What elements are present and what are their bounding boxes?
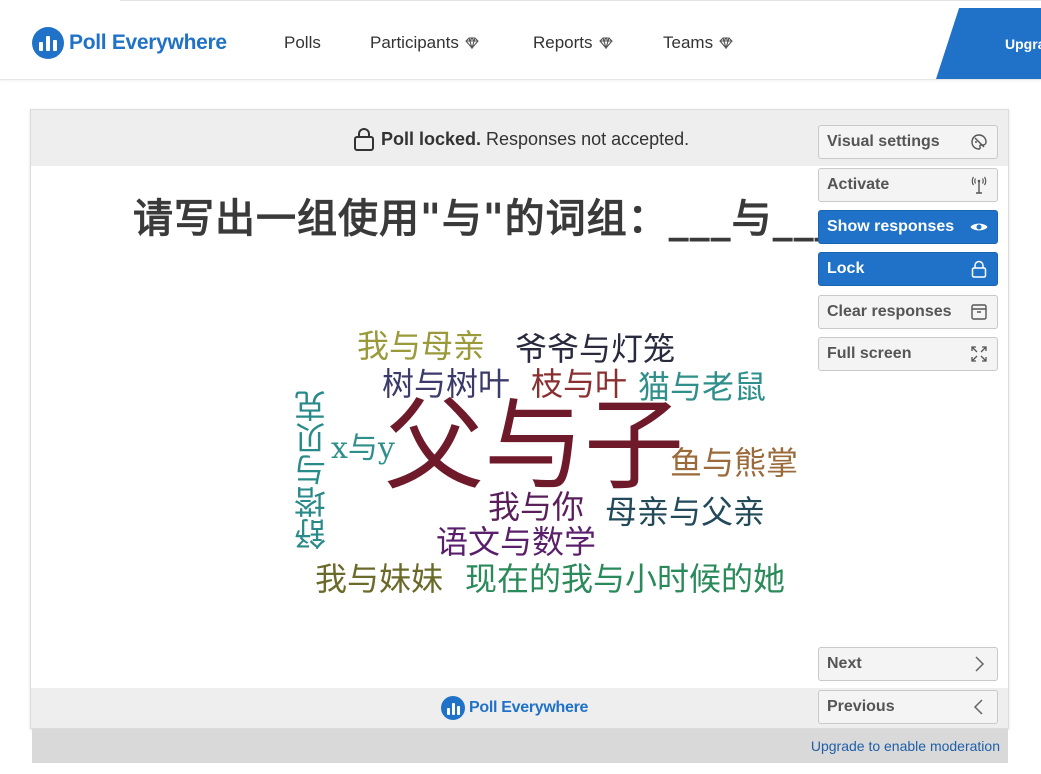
upgrade-moderation-link[interactable]: Upgrade to enable moderation (811, 738, 1000, 754)
word-cloud-word: 现在的我与小时候的她 (465, 560, 786, 598)
word-cloud-word: 我与你 (488, 488, 585, 526)
lock-button[interactable]: Lock (818, 252, 998, 286)
logo-icon (32, 27, 64, 59)
word-cloud-word: 母亲与父亲 (605, 493, 766, 531)
archive-box-icon (971, 304, 987, 320)
logo-icon (441, 696, 465, 720)
palette-icon (971, 134, 987, 150)
nav-item-label: Polls (284, 33, 321, 52)
word-cloud-word: 父与子 (384, 387, 684, 504)
word-cloud-word: 我与母亲 (357, 327, 486, 365)
button-label: Next (827, 655, 862, 672)
word-cloud-word-vertical: 舒塔与贝克 (293, 390, 331, 550)
show-responses-button[interactable]: Show responses (818, 210, 998, 244)
previous-button[interactable]: Previous (818, 690, 998, 724)
nav-item-reports[interactable]: Reports (533, 33, 613, 53)
footer-logo: Poll Everywhere (441, 696, 588, 720)
nav-item-label: Participants (370, 33, 459, 52)
eye-icon (970, 223, 988, 231)
word-cloud-word: 猫与老鼠 (638, 368, 767, 406)
word-cloud-word: 我与妹妹 (315, 560, 444, 598)
next-button[interactable]: Next (818, 647, 998, 681)
word-cloud-word: 爷爷与灯笼 (515, 330, 676, 368)
footer-logo-text: Poll Everywhere (469, 699, 589, 716)
visual-settings-button[interactable]: Visual settings (818, 125, 998, 159)
word-cloud-word: 语文与数学 (436, 523, 597, 561)
premium-diamond-icon (598, 37, 613, 49)
premium-diamond-icon (465, 37, 479, 49)
upgrade-button[interactable]: Upgra (936, 8, 1041, 79)
nav-item-label: Teams (663, 33, 714, 52)
poll-everywhere-logo[interactable]: Poll Everywhere (32, 27, 227, 59)
word-cloud-word: 树与树叶 (382, 365, 511, 403)
poll-question-title: 请写出一组使用"与"的词组：___与___ (133, 196, 823, 242)
chevron-left-icon (973, 699, 983, 715)
button-label: Previous (827, 698, 895, 715)
clear-responses-button[interactable]: Clear responses (818, 295, 998, 329)
button-label: Show responses (827, 218, 955, 235)
premium-diamond-icon (719, 37, 733, 49)
activate-button[interactable]: Activate (818, 168, 998, 202)
moderation-bar: Upgrade to enable moderation (32, 729, 1008, 763)
button-label: Full screen (827, 345, 912, 362)
padlock-icon (354, 128, 374, 151)
nav-item-label: Reports (533, 33, 593, 52)
top-divider (120, 0, 1041, 1)
lock-status-bold: Poll locked. (381, 128, 482, 149)
button-label: Visual settings (827, 133, 940, 150)
nav-item-polls[interactable]: Polls (284, 33, 321, 53)
button-label: Activate (827, 176, 890, 193)
full-screen-button[interactable]: Full screen (818, 337, 998, 371)
word-cloud-word: 鱼与熊掌 (670, 444, 799, 482)
button-label: Clear responses (827, 303, 952, 320)
nav-item-participants[interactable]: Participants (370, 33, 479, 53)
nav-item-teams[interactable]: Teams (663, 33, 733, 53)
chevron-right-icon (975, 656, 985, 672)
word-cloud-word: 枝与叶 (531, 365, 628, 403)
upgrade-label: Upgra (1005, 36, 1041, 52)
logo-text: Poll Everywhere (69, 31, 227, 54)
word-cloud-word: x与y (331, 431, 395, 466)
top-navigation: Poll Everywhere Polls Participants Repor… (0, 0, 1041, 80)
antenna-icon (971, 176, 987, 194)
expand-icon (971, 346, 987, 362)
lock-status-text: Responses not accepted. (486, 128, 690, 149)
lock-icon (971, 260, 987, 278)
button-label: Lock (827, 260, 865, 277)
